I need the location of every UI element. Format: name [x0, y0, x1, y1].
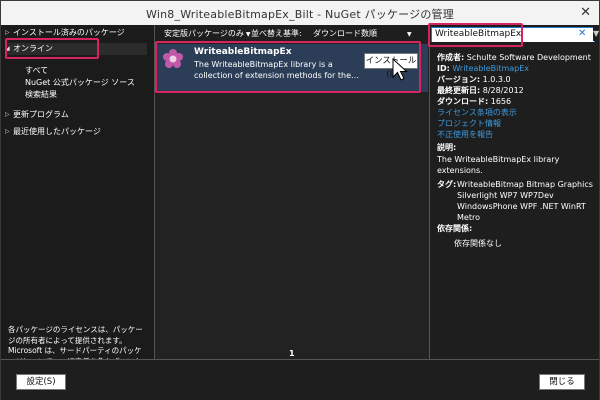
detail-value: 8/28/2012: [482, 86, 524, 95]
package-search-box[interactable]: WriteableBitmapEx ✕: [431, 27, 595, 43]
sort-dropdown[interactable]: ダウンロード数順 ▼: [313, 27, 412, 40]
expand-arrow-icon: ▷: [5, 29, 10, 36]
nav-label: 最近使用したパッケージ: [13, 127, 101, 136]
expand-arrow-icon: ▷: [5, 111, 10, 118]
package-name: WriteableBitmapEx: [194, 47, 292, 57]
package-description: The WriteableBitmapEx library is a colle…: [194, 59, 359, 81]
nav-label: 更新プログラム: [13, 110, 69, 119]
detail-author: 作成者: Schulte Software Development: [437, 52, 591, 63]
nav-online-all[interactable]: すべて: [25, 65, 48, 76]
settings-button[interactable]: 設定(S): [16, 374, 66, 390]
detail-value: 1.0.3.0: [482, 75, 511, 84]
detail-key: 最終更新日:: [437, 86, 481, 95]
page-number[interactable]: 1: [289, 349, 295, 358]
results-list: WriteableBitmapEx The WriteableBitmapEx …: [155, 42, 430, 359]
dependencies-value: 依存関係なし: [454, 239, 502, 248]
tags-value: WriteableBitmap Bitmap Graphics Silverli…: [457, 180, 593, 222]
detail-updated: 最終更新日: 8/28/2012: [437, 85, 524, 96]
nav-label: オンライン: [13, 44, 53, 53]
description-line: extensions.: [437, 166, 483, 175]
search-input[interactable]: WriteableBitmapEx: [435, 29, 521, 39]
view-license-link[interactable]: ライセンス条項の表示: [437, 107, 517, 118]
window-close-icon[interactable]: ✕: [580, 5, 591, 20]
sort-label: 並べ替え基準:: [251, 29, 302, 38]
detail-key: タグ:: [437, 180, 457, 189]
nav-updates[interactable]: ▷ 更新プログラム: [5, 109, 69, 121]
dependencies-heading: 依存関係:: [437, 224, 473, 233]
close-button[interactable]: 閉じる: [539, 374, 585, 390]
detail-key: 作成者:: [437, 53, 465, 62]
window-title: Win8_WriteableBitmapEx_Bilt - NuGet パッケー…: [146, 8, 454, 21]
detail-key: バージョン:: [437, 75, 481, 84]
nav-installed-packages[interactable]: ▷ インストール済みのパッケージ: [5, 27, 125, 39]
detail-value: 1656: [490, 97, 512, 106]
list-item[interactable]: WriteableBitmapEx The WriteableBitmapEx …: [156, 44, 428, 92]
package-description-line: collection of extension methods for the…: [194, 71, 359, 80]
package-filter-dropdown[interactable]: 安定版パッケージのみ ▼: [164, 27, 250, 40]
detail-key: ID:: [437, 64, 450, 73]
project-info-link[interactable]: プロジェクト情報: [437, 118, 501, 129]
nav-search-results[interactable]: 検索結果: [25, 89, 57, 100]
detail-id: ID: WriteableBitmapEx: [437, 63, 529, 74]
sort-value: ダウンロード数順: [313, 29, 377, 38]
search-options-icon[interactable]: ▼: [593, 27, 599, 41]
detail-tags: タグ: WriteableBitmap Bitmap Graphics Silv…: [437, 179, 593, 222]
collapse-arrow-icon: ◢: [5, 45, 10, 52]
package-flower-icon: [163, 49, 183, 68]
detail-downloads: ダウンロード: 1656: [437, 96, 511, 107]
description-line: The WriteableBitmapEx library: [437, 155, 560, 164]
nav-nuget-official-source[interactable]: NuGet 公式パッケージ ソース: [25, 77, 135, 88]
description-heading: 説明:: [437, 143, 457, 152]
filter-value: 安定版パッケージのみ: [164, 29, 244, 38]
report-abuse-link[interactable]: 不正使用を報告: [437, 129, 493, 140]
nav-recent-packages[interactable]: ▷ 最近使用したパッケージ: [5, 126, 101, 138]
mouse-cursor-icon: [392, 58, 408, 81]
detail-value: Schulte Software Development: [466, 53, 591, 62]
detail-version: バージョン: 1.0.3.0: [437, 74, 511, 85]
title-bar: Win8_WriteableBitmapEx_Bilt - NuGet パッケー…: [1, 1, 599, 25]
clear-search-icon[interactable]: ✕: [578, 28, 586, 39]
package-details-pane: 作成者: Schulte Software Development ID: Wr…: [430, 42, 599, 359]
package-id-link[interactable]: WriteableBitmapEx: [452, 64, 529, 73]
chevron-down-icon: ▼: [245, 31, 251, 38]
package-description-line: The WriteableBitmapEx library is a: [194, 60, 333, 69]
nav-label: インストール済みのパッケージ: [13, 28, 125, 37]
filter-bar: 安定版パッケージのみ ▼ 並べ替え基準: ダウンロード数順 ▼: [155, 25, 428, 42]
left-nav-pane: ▷ インストール済みのパッケージ ◢ オンライン すべて NuGet 公式パッケ…: [1, 25, 155, 376]
dialog-footer: 設定(S) 閉じる: [1, 359, 599, 400]
nav-online[interactable]: ◢ オンライン: [5, 43, 147, 55]
chevron-down-icon: ▼: [407, 31, 412, 38]
expand-arrow-icon: ▷: [5, 128, 10, 135]
detail-key: ダウンロード:: [437, 97, 489, 106]
nuget-dialog: Win8_WriteableBitmapEx_Bilt - NuGet パッケー…: [0, 0, 600, 400]
